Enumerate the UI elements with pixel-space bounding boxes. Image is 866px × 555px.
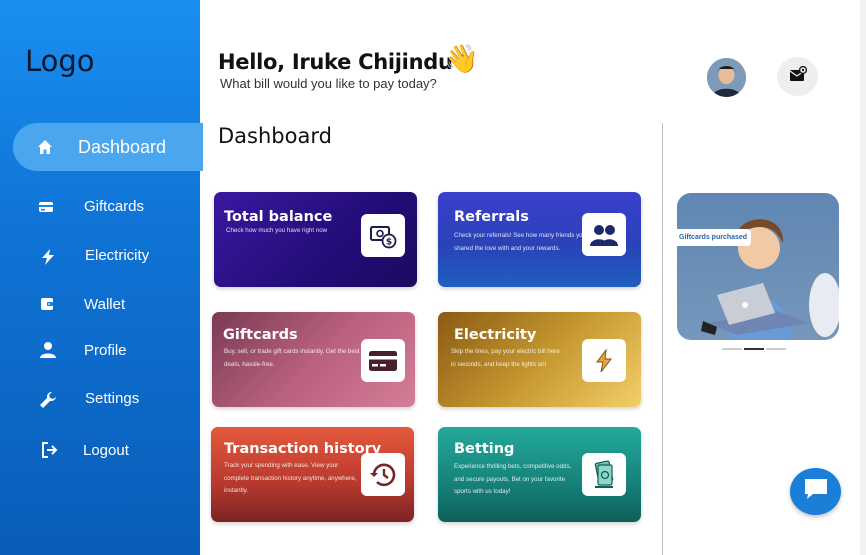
sidebar-item-wallet[interactable]: Wallet bbox=[0, 284, 200, 324]
bolt-icon bbox=[38, 247, 58, 267]
card-title: Electricity bbox=[454, 327, 537, 343]
notifications-button[interactable] bbox=[777, 57, 818, 96]
sidebar-item-settings[interactable]: Settings bbox=[0, 378, 200, 418]
sidebar: Logo Dashboard Giftcards Electricity Wal… bbox=[0, 0, 203, 555]
card-description: Skip the lines, pay your electric bill h… bbox=[451, 348, 560, 368]
chat-button[interactable] bbox=[790, 468, 841, 515]
card-title: Betting bbox=[454, 441, 515, 457]
page-edge bbox=[860, 0, 866, 555]
card-description: Buy, sell, or trade gift cards instantly… bbox=[224, 348, 360, 368]
wrench-icon bbox=[38, 390, 58, 410]
chat-bubble-icon bbox=[803, 477, 829, 506]
card-icon bbox=[36, 197, 56, 217]
sidebar-item-label: Dashboard bbox=[78, 137, 167, 157]
sidebar-item-label: Settings bbox=[85, 390, 140, 407]
logout-icon bbox=[40, 440, 60, 460]
card-title: Transaction history bbox=[224, 441, 382, 457]
home-icon bbox=[35, 137, 55, 157]
sidebar-item-giftcards[interactable]: Giftcards bbox=[0, 186, 200, 226]
sidebar-item-label: Wallet bbox=[84, 296, 126, 313]
promo-banner[interactable]: Giftcards purchased bbox=[677, 193, 839, 340]
wallet-icon bbox=[37, 294, 57, 314]
card-title: Referrals bbox=[454, 209, 529, 225]
total-balance-card[interactable]: Total balance Check how much you have ri… bbox=[214, 192, 417, 287]
people-icon bbox=[582, 213, 626, 256]
carousel-dot-active[interactable] bbox=[744, 348, 764, 350]
sidebar-item-dashboard[interactable]: Dashboard bbox=[13, 123, 203, 171]
sidebar-item-label: Giftcards bbox=[84, 198, 145, 215]
card-title: Total balance bbox=[224, 209, 333, 225]
vertical-divider bbox=[662, 123, 663, 555]
giftcards-card[interactable]: Giftcards Buy, sell, or trade gift cards… bbox=[212, 312, 415, 407]
bolt-icon bbox=[582, 339, 626, 382]
transaction-history-card[interactable]: Transaction history Track your spending … bbox=[211, 427, 414, 522]
user-icon bbox=[38, 340, 58, 360]
greeting-subtitle: What bill would you like to pay today? bbox=[220, 76, 437, 91]
carousel-dot[interactable] bbox=[766, 348, 786, 350]
greeting: Hello, Iruke Chijindu ! bbox=[218, 50, 469, 74]
banner-illustration bbox=[701, 219, 839, 340]
sidebar-item-label: Electricity bbox=[85, 247, 150, 264]
card-description: Track your spending with ease. View your… bbox=[224, 462, 357, 494]
page-title: Dashboard bbox=[218, 124, 332, 148]
logo[interactable]: Logo bbox=[25, 44, 95, 78]
sidebar-item-electricity[interactable]: Electricity bbox=[0, 235, 200, 275]
cash-icon bbox=[582, 453, 626, 496]
electricity-card[interactable]: Electricity Skip the lines, pay your ele… bbox=[438, 312, 641, 407]
card-description: Experience thrilling bets, competitive o… bbox=[454, 463, 572, 495]
card-title: Giftcards bbox=[223, 327, 298, 343]
history-icon bbox=[361, 453, 405, 496]
carousel-dot[interactable] bbox=[722, 348, 742, 350]
svg-text:$: $ bbox=[386, 237, 392, 247]
avatar[interactable] bbox=[707, 58, 746, 97]
wave-emoji-icon: 👋 bbox=[444, 43, 479, 74]
card-description: Check how much you have right now bbox=[226, 227, 328, 234]
carousel-indicators bbox=[722, 348, 786, 350]
card-description: Check your referrals! See how many frien… bbox=[454, 232, 594, 252]
sidebar-item-label: Logout bbox=[83, 442, 129, 459]
sidebar-item-logout[interactable]: Logout bbox=[0, 430, 200, 470]
mail-notification-icon bbox=[789, 65, 807, 87]
sidebar-item-label: Profile bbox=[84, 342, 127, 359]
money-icon: $ bbox=[361, 214, 405, 257]
betting-card[interactable]: Betting Experience thrilling bets, compe… bbox=[438, 427, 641, 522]
referrals-card[interactable]: Referrals Check your referrals! See how … bbox=[438, 192, 641, 287]
credit-card-icon bbox=[361, 339, 405, 382]
banner-tag: Giftcards purchased bbox=[677, 229, 752, 246]
sidebar-item-profile[interactable]: Profile bbox=[0, 330, 200, 370]
